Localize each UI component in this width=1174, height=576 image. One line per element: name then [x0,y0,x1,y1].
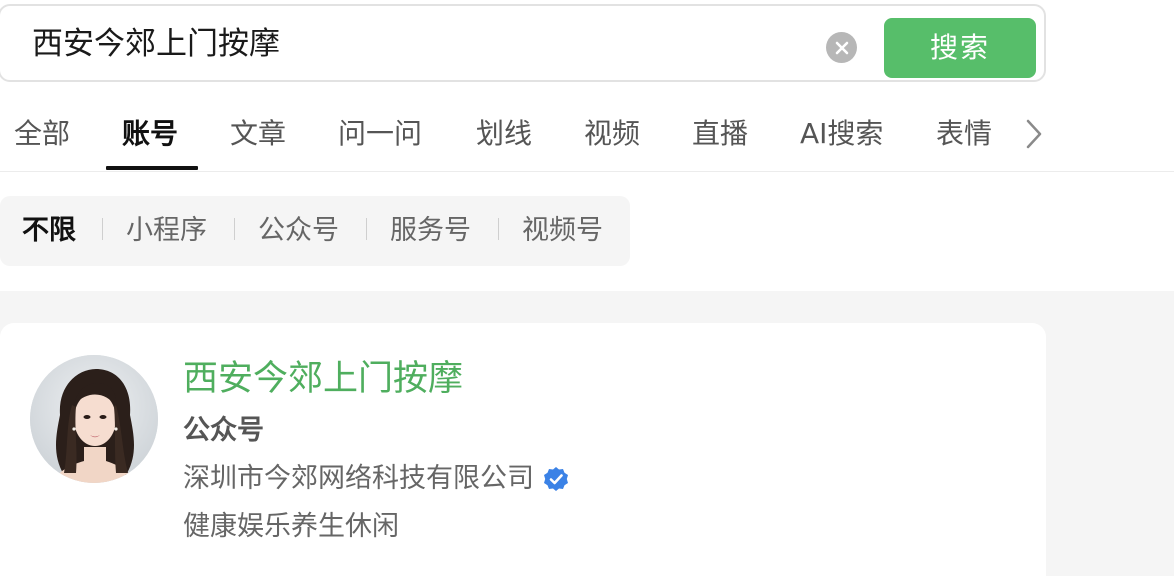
tab-stickers[interactable]: 表情 [936,114,992,154]
account-type: 公众号 [183,415,264,446]
tab-all[interactable]: 全部 [14,114,70,154]
filter-official-account[interactable]: 公众号 [258,212,339,250]
tab-highlights[interactable]: 划线 [476,114,532,154]
filter-unlimited[interactable]: 不限 [22,212,76,250]
close-icon[interactable] [826,32,857,63]
divider [366,218,367,240]
tab-videos[interactable]: 视频 [584,114,640,154]
active-tab-indicator [106,166,198,170]
avatar[interactable] [30,355,158,483]
filter-channels[interactable]: 视频号 [522,212,603,250]
account-result-card[interactable]: 西安今郊上门按摩 公众号 深圳市今郊网络科技有限公司 健康娱乐养生休闲 [0,323,1046,576]
tab-ask[interactable]: 问一问 [338,114,422,154]
verified-badge-icon [542,465,570,493]
divider [498,218,499,240]
account-name[interactable]: 西安今郊上门按摩 [183,357,463,401]
divider [234,218,235,240]
search-input[interactable]: 西安今郊上门按摩 [32,24,280,64]
filter-mini-program[interactable]: 小程序 [126,212,207,250]
account-type-filter: 不限 小程序 公众号 服务号 视频号 [0,196,630,266]
chevron-right-icon[interactable] [1024,118,1044,154]
account-description: 健康娱乐养生休闲 [183,511,399,542]
search-bar: 西安今郊上门按摩 搜索 [0,4,1046,82]
tab-ai-search[interactable]: AI搜索 [800,114,883,154]
tab-articles[interactable]: 文章 [230,114,286,154]
tab-accounts[interactable]: 账号 [122,114,178,154]
tab-live[interactable]: 直播 [692,114,748,154]
divider [102,218,103,240]
tab-bar: 全部 账号 文章 问一问 划线 视频 直播 AI搜索 表情 [0,96,1174,172]
company-name: 深圳市今郊网络科技有限公司 [183,463,534,494]
search-button[interactable]: 搜索 [884,18,1036,78]
account-company: 深圳市今郊网络科技有限公司 [183,461,570,497]
filter-service-account[interactable]: 服务号 [390,212,471,250]
